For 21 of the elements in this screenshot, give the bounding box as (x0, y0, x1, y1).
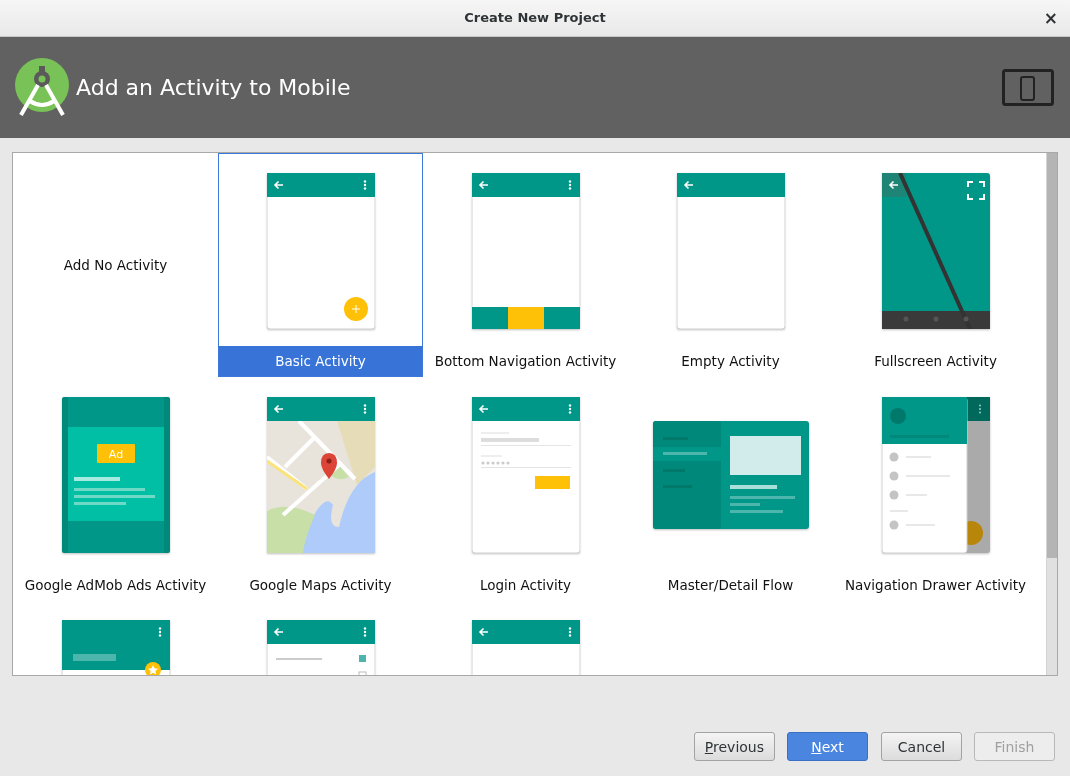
dialog-button[interactable]: Cancel (881, 732, 962, 761)
activity-label: Fullscreen Activity (873, 352, 998, 371)
activity-template-tile[interactable]: Basic Activity (218, 153, 423, 377)
header-title: Add an Activity to Mobile (76, 74, 351, 102)
close-button[interactable]: × (1039, 6, 1062, 30)
ad-label: Ad (108, 448, 123, 461)
activity-label: Login Activity (478, 576, 573, 595)
activity-label: Bottom Navigation Activity (433, 352, 618, 371)
window-title: Create New Project (464, 10, 606, 25)
activity-label: Navigation Drawer Activity (844, 576, 1027, 595)
android-studio-logo-icon (14, 56, 72, 119)
phone-tablet-icon (1002, 69, 1054, 106)
scrollbar[interactable] (1046, 153, 1057, 675)
activity-label: Add No Activity (62, 256, 169, 275)
activity-label: Master/Detail Flow (666, 576, 795, 595)
activity-label: Empty Activity (680, 352, 781, 371)
dialog-button[interactable]: Previous (693, 732, 775, 761)
activity-label: Basic Activity (219, 346, 422, 376)
activity-label: Google AdMob Ads Activity (23, 576, 208, 595)
activity-label: Google Maps Activity (248, 576, 393, 595)
dialog-button[interactable]: Next (787, 732, 868, 761)
